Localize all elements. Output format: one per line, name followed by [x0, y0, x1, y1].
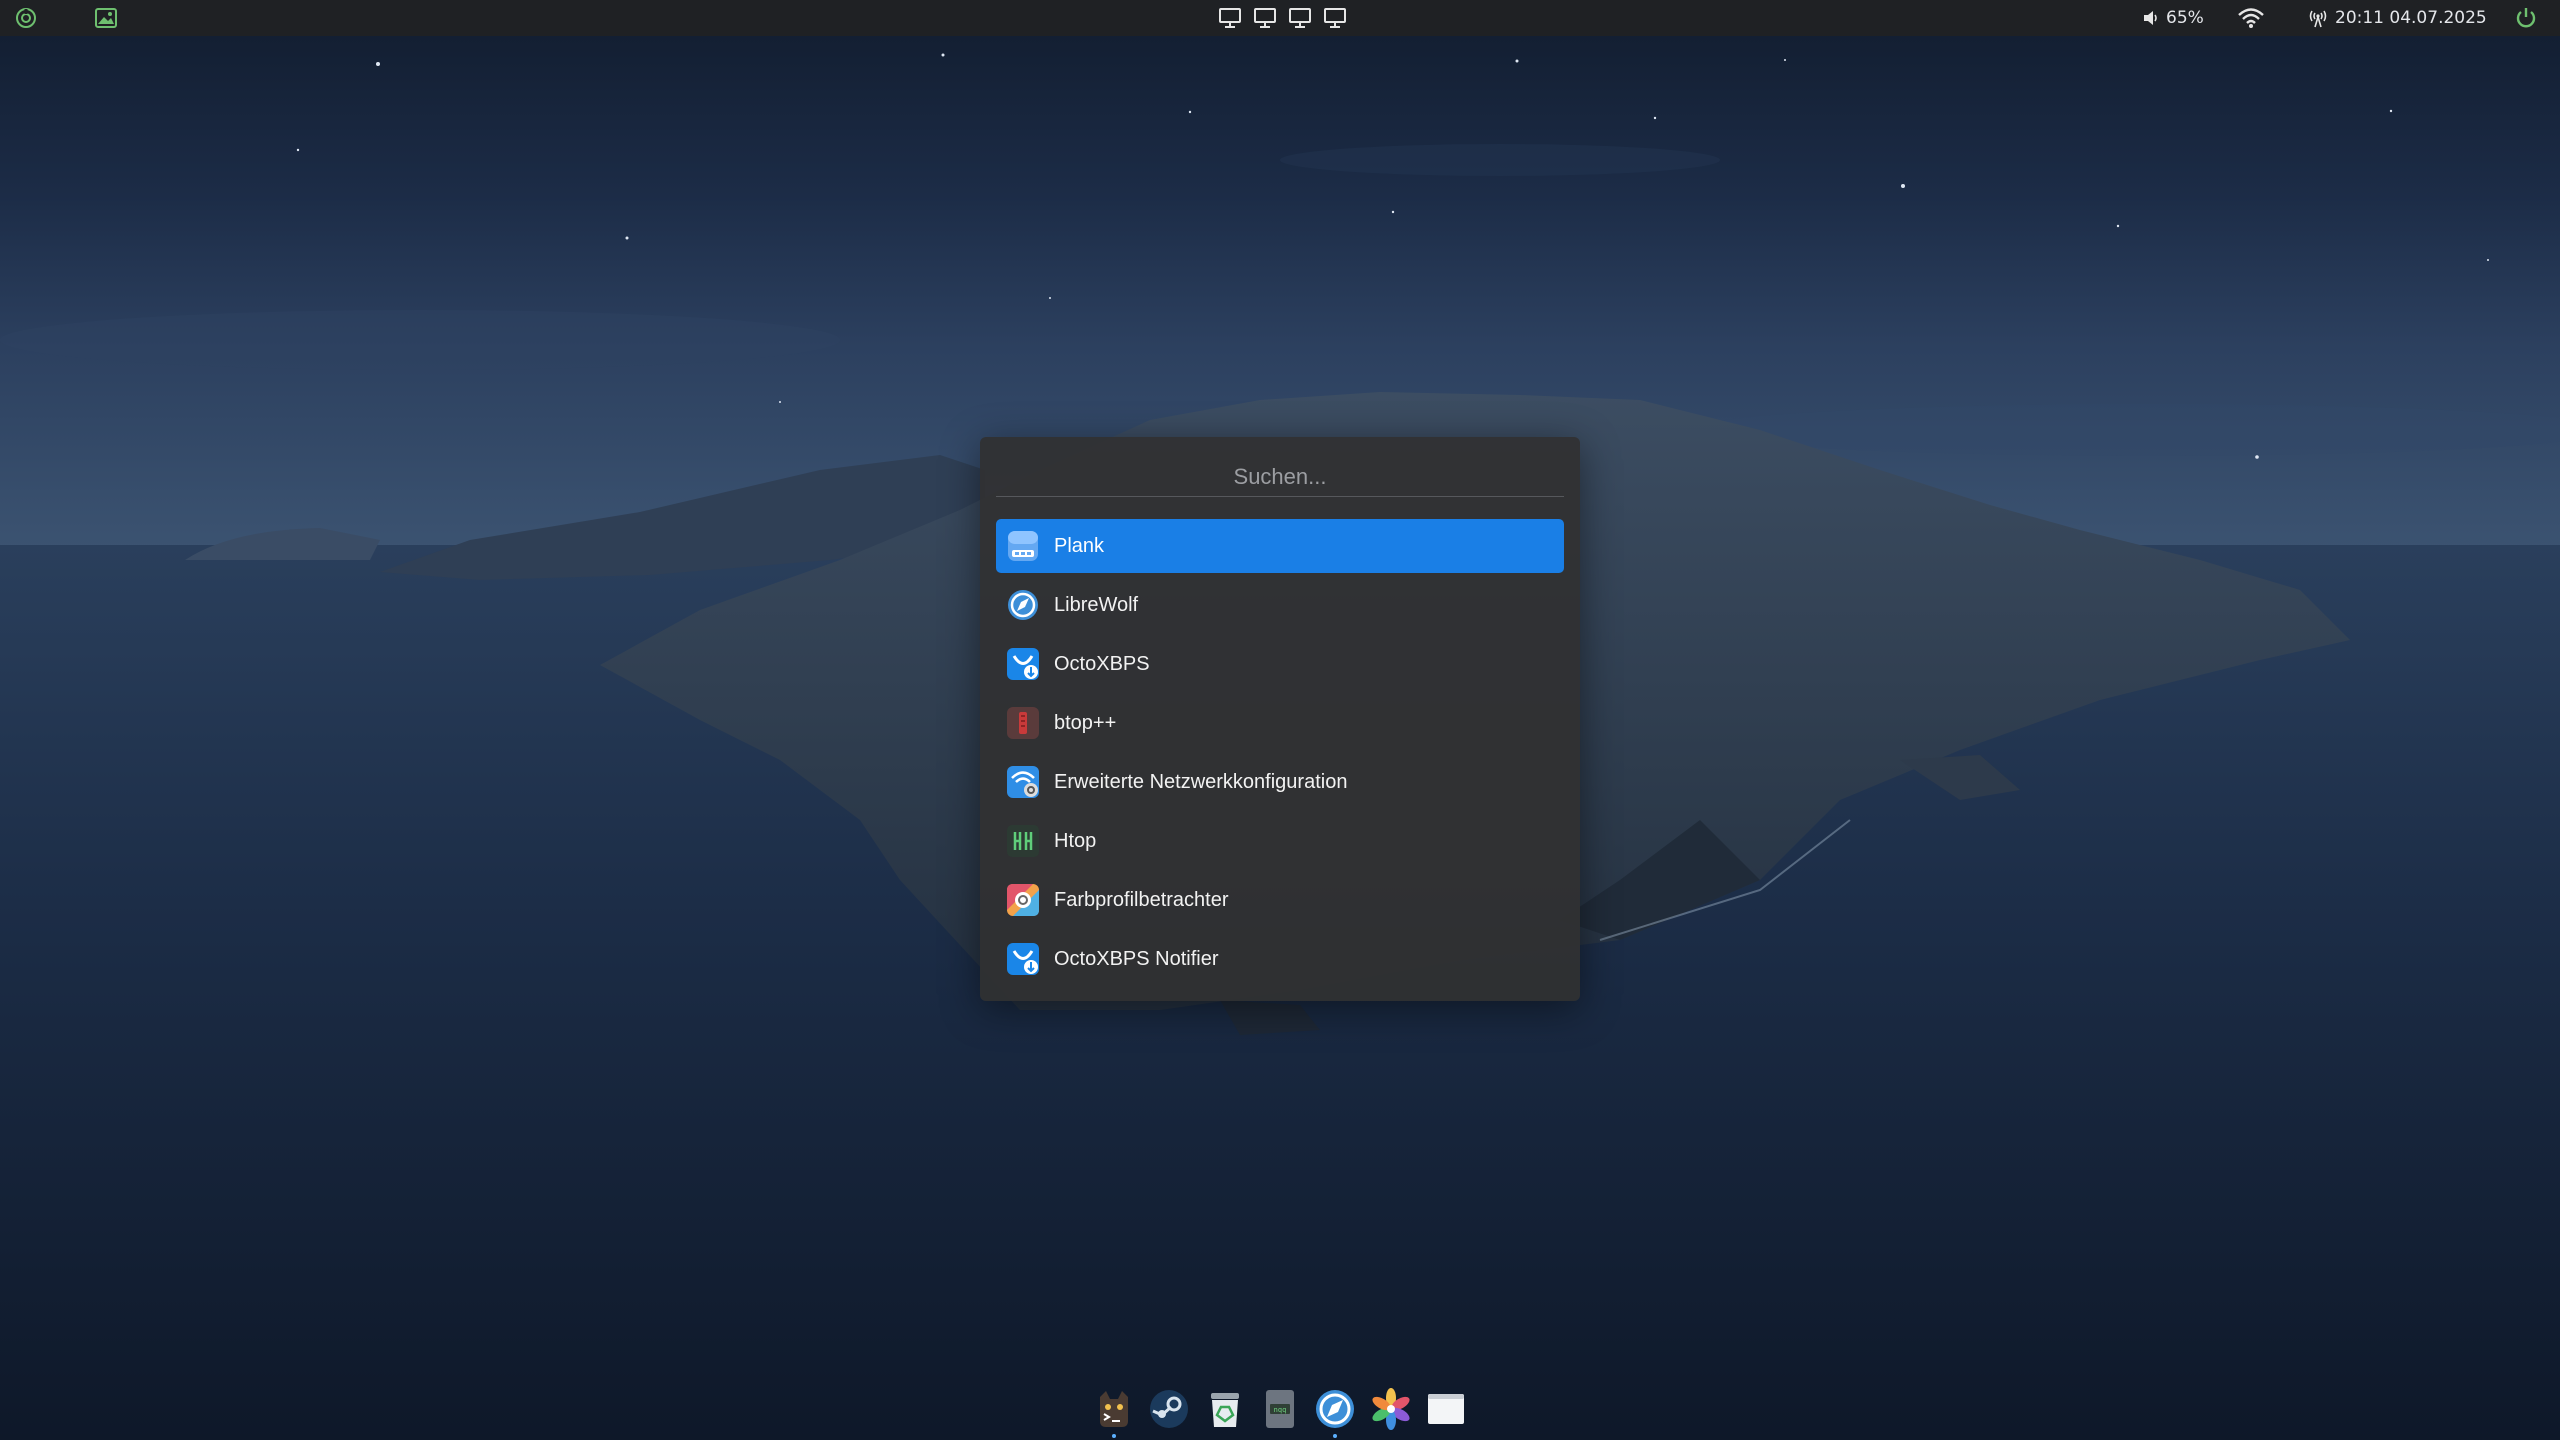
workspace-4[interactable]	[1324, 8, 1346, 28]
photos-icon	[1372, 1388, 1410, 1430]
running-indicator	[1112, 1434, 1116, 1438]
volume-label: 65%	[2166, 8, 2204, 28]
clock[interactable]: 20:11 04.07.2025	[2308, 0, 2487, 36]
power-icon[interactable]	[2514, 0, 2538, 36]
color-profile-icon	[1007, 884, 1039, 916]
app-launcher: Plank LibreWolf OctoXBPS	[980, 437, 1580, 1001]
btop-icon	[1007, 707, 1039, 739]
result-label: btop++	[1054, 711, 1117, 734]
result-label: OctoXBPS	[1054, 652, 1150, 675]
workspace-1[interactable]	[1219, 8, 1241, 28]
dock-item-nqq-editor[interactable]: nqq	[1258, 1387, 1302, 1431]
svg-text:nqq: nqq	[1274, 1406, 1287, 1414]
result-item-plank[interactable]: Plank	[996, 519, 1564, 573]
octoxbps-icon	[1007, 648, 1039, 680]
workspace-3[interactable]	[1289, 8, 1311, 28]
result-item-octoxbps-notifier[interactable]: OctoXBPS Notifier	[996, 932, 1564, 986]
menu-icon[interactable]	[14, 0, 38, 36]
librewolf-icon	[1008, 590, 1038, 620]
result-item-btop[interactable]: btop++	[996, 696, 1564, 750]
steam-icon	[1150, 1390, 1189, 1428]
result-label: OctoXBPS Notifier	[1054, 947, 1219, 970]
dock-item-trash[interactable]	[1203, 1387, 1247, 1431]
plank-icon	[1008, 531, 1038, 561]
results-list: Plank LibreWolf OctoXBPS btop++ Erweiter…	[996, 519, 1564, 991]
volume-indicator[interactable]: 65%	[2142, 0, 2204, 36]
result-label: Htop	[1054, 829, 1097, 852]
octoxbps-notifier-icon	[1007, 943, 1039, 975]
dock-item-window[interactable]	[1424, 1387, 1468, 1431]
result-item-octoxbps[interactable]: OctoXBPS	[996, 637, 1564, 691]
workspace-switcher	[1219, 0, 1346, 36]
window-icon	[1427, 1394, 1464, 1424]
librewolf-icon	[1316, 1390, 1355, 1428]
wifi-icon[interactable]	[2238, 0, 2264, 36]
terminal-icon	[1100, 1391, 1128, 1427]
result-item-color-profile[interactable]: Farbprofilbetrachter	[996, 873, 1564, 927]
clock-label: 20:11 04.07.2025	[2335, 8, 2487, 28]
result-item-librewolf[interactable]: LibreWolf	[996, 578, 1564, 632]
image-viewer-icon[interactable]	[94, 0, 118, 36]
result-label: Plank	[1054, 534, 1105, 557]
result-item-network-config[interactable]: Erweiterte Netzwerkkonfiguration	[996, 755, 1564, 809]
dock-item-steam[interactable]	[1147, 1387, 1191, 1431]
result-label: Farbprofilbetrachter	[1054, 888, 1229, 911]
result-label: Erweiterte Netzwerkkonfiguration	[1054, 770, 1348, 793]
dock-item-librewolf[interactable]	[1313, 1387, 1357, 1438]
radio-antenna-icon	[2309, 10, 2327, 28]
result-item-htop[interactable]: Htop	[996, 814, 1564, 868]
htop-icon	[1007, 825, 1039, 857]
top-panel: 65% 20:11 04.07.2025	[0, 0, 2560, 36]
dock-item-photos[interactable]	[1369, 1387, 1413, 1431]
dock: nqq	[1092, 1384, 1468, 1438]
trash-icon	[1210, 1393, 1239, 1427]
volume-icon	[2144, 11, 2157, 25]
dock-item-terminal[interactable]	[1092, 1387, 1136, 1438]
workspace-2[interactable]	[1254, 8, 1276, 28]
search-input[interactable]	[996, 457, 1564, 497]
nqq-editor-icon: nqq	[1265, 1390, 1294, 1428]
result-label: LibreWolf	[1054, 593, 1139, 616]
network-config-icon	[1007, 766, 1039, 798]
